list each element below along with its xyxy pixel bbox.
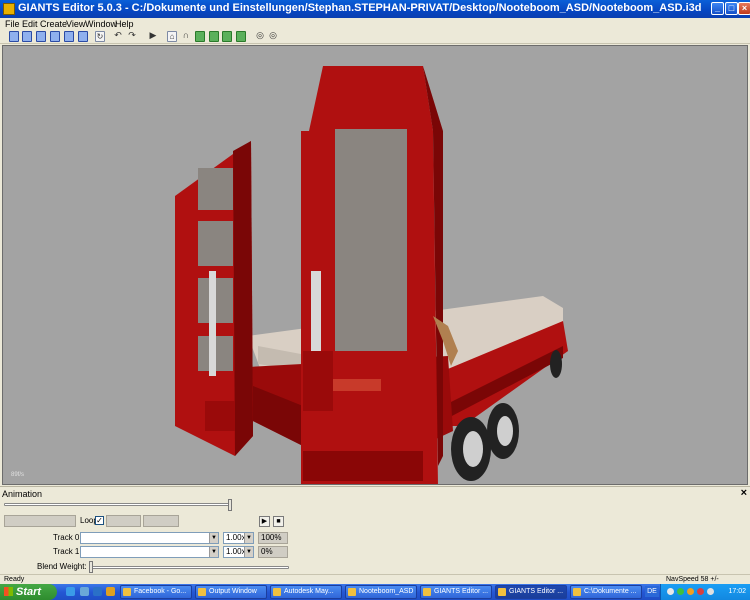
blend-weight-slider-track[interactable]	[89, 566, 289, 569]
stop-button[interactable]: ■	[273, 516, 284, 527]
clip-name-field	[4, 515, 76, 527]
refresh-icon[interactable]: ↻	[95, 31, 105, 42]
chevron-down-icon: ▼	[209, 547, 218, 557]
maximize-button[interactable]: □	[725, 2, 738, 15]
snap-icon[interactable]: ◎	[255, 31, 265, 42]
camera-icon[interactable]: ∩	[181, 31, 191, 42]
toolbar: ↻ ↶ ↷ ▶ ⌂ ∩ ◎ ◎	[0, 30, 750, 44]
import-icon[interactable]	[36, 31, 46, 42]
animation-panel: Animation × Loop ✓ ▶ ■ Track 0: ▼ 1.00x …	[0, 486, 750, 574]
redo-icon[interactable]: ↷	[127, 31, 137, 42]
status-text: Ready	[4, 576, 25, 583]
tray-network-icon[interactable]	[667, 588, 674, 595]
quicklaunch-app-icon[interactable]	[106, 587, 115, 596]
play-icon[interactable]: ▶	[148, 31, 158, 42]
track-0-clip-select[interactable]: ▼	[80, 532, 219, 544]
window-icon	[198, 588, 206, 596]
stop-icon: ■	[276, 518, 281, 525]
new-file-icon[interactable]	[9, 31, 19, 42]
timeline-slider-thumb[interactable]	[228, 499, 232, 511]
maya-icon	[273, 588, 281, 596]
windows-flag-icon	[4, 587, 13, 596]
status-bar: Ready NavSpeed 58 +/-	[0, 574, 750, 584]
play-button[interactable]: ▶	[259, 516, 270, 527]
clock: 17:02	[728, 588, 746, 595]
track-0-weight: 100%	[258, 532, 288, 544]
tray-volume-icon[interactable]	[707, 588, 714, 595]
menu-view[interactable]: View	[66, 18, 85, 30]
giants-app-icon	[3, 3, 15, 15]
quicklaunch-ie-icon[interactable]	[66, 587, 75, 596]
duration-field	[143, 515, 179, 527]
task-autodesk-maya[interactable]: Autodesk May...	[270, 585, 342, 599]
minimize-icon: _	[714, 3, 720, 13]
track-1-clip-select[interactable]: ▼	[80, 546, 219, 558]
chevron-down-icon: ▼	[244, 547, 253, 557]
maximize-icon: □	[728, 3, 735, 13]
trailer-render	[175, 66, 568, 484]
chevron-down-icon: ▼	[209, 533, 218, 543]
open-file-icon[interactable]	[22, 31, 32, 42]
minimize-button[interactable]: _	[711, 2, 724, 15]
tray-update-icon[interactable]	[687, 588, 694, 595]
quicklaunch-desktop-icon[interactable]	[93, 587, 102, 596]
folder-icon	[573, 588, 581, 596]
time-field	[106, 515, 141, 527]
timeline-slider-track[interactable]	[4, 503, 232, 506]
taskbar: Start Facebook - Go... Output Window Aut…	[0, 584, 750, 600]
track-1-label: Track 1:	[53, 547, 82, 556]
start-button[interactable]: Start	[0, 584, 57, 600]
chevron-down-icon: ▼	[244, 533, 253, 543]
save-as-icon[interactable]	[78, 31, 88, 42]
tray-security-icon[interactable]	[677, 588, 684, 595]
system-tray: DE 17:02	[645, 584, 750, 600]
task-giants-editor-1[interactable]: GIANTS Editor ...	[420, 585, 492, 599]
loop-checkbox[interactable]: ✓	[95, 516, 104, 525]
save-icon[interactable]	[64, 31, 74, 42]
blend-weight-slider-thumb[interactable]	[89, 561, 93, 573]
giants-icon	[498, 588, 506, 596]
export-icon[interactable]	[50, 31, 60, 42]
title-bar[interactable]: GIANTS Editor 5.0.3 - C:/Dokumente und E…	[0, 0, 750, 18]
window-title: GIANTS Editor 5.0.3 - C:/Dokumente und E…	[18, 2, 702, 14]
menu-window[interactable]: Window	[85, 18, 117, 30]
nav-speed-text: NavSpeed 58 +/-	[666, 576, 719, 583]
select-icon[interactable]: ◎	[268, 31, 278, 42]
fps-counter: 89f/s	[11, 472, 25, 478]
task-nooteboom-folder[interactable]: Nooteboom_ASD	[345, 585, 417, 599]
task-facebook[interactable]: Facebook - Go...	[120, 585, 192, 599]
track-0-label: Track 0:	[53, 533, 82, 542]
menu-create[interactable]: Create	[40, 18, 67, 30]
task-output-window[interactable]: Output Window	[195, 585, 267, 599]
animation-header: Animation	[2, 489, 43, 499]
giants-icon	[423, 588, 431, 596]
track-1-speed-select[interactable]: 1.00x ▼	[223, 546, 254, 558]
chrome-icon	[123, 588, 131, 596]
foliage-paint-icon[interactable]	[236, 31, 246, 42]
close-panel-icon[interactable]: ×	[741, 487, 747, 499]
menu-help[interactable]: Help	[115, 18, 134, 30]
menu-file[interactable]: File	[5, 18, 20, 30]
close-icon: ×	[741, 3, 748, 13]
folder-icon	[348, 588, 356, 596]
track-1-weight: 0%	[258, 546, 288, 558]
task-giants-editor-2[interactable]: GIANTS Editor ...	[495, 585, 567, 599]
undo-icon[interactable]: ↶	[113, 31, 123, 42]
track-0-speed-select[interactable]: 1.00x ▼	[223, 532, 254, 544]
terrain-icon[interactable]	[195, 31, 205, 42]
3d-viewport[interactable]: 89f/s	[2, 45, 748, 485]
foliage-icon[interactable]	[222, 31, 232, 42]
play-icon: ▶	[261, 518, 268, 525]
tray-antivirus-icon[interactable]	[697, 588, 704, 595]
terrain-paint-icon[interactable]	[209, 31, 219, 42]
close-button[interactable]: ×	[738, 2, 750, 15]
quicklaunch-media-icon[interactable]	[80, 587, 89, 596]
menu-edit[interactable]: Edit	[22, 18, 38, 30]
home-icon[interactable]: ⌂	[167, 31, 177, 42]
menu-bar: File Edit Create View Window Help	[0, 18, 750, 30]
task-dokumente-folder[interactable]: C:\Dokumente ...	[570, 585, 642, 599]
blend-weight-label: Blend Weight:	[37, 562, 87, 571]
language-indicator[interactable]: DE	[645, 586, 659, 597]
